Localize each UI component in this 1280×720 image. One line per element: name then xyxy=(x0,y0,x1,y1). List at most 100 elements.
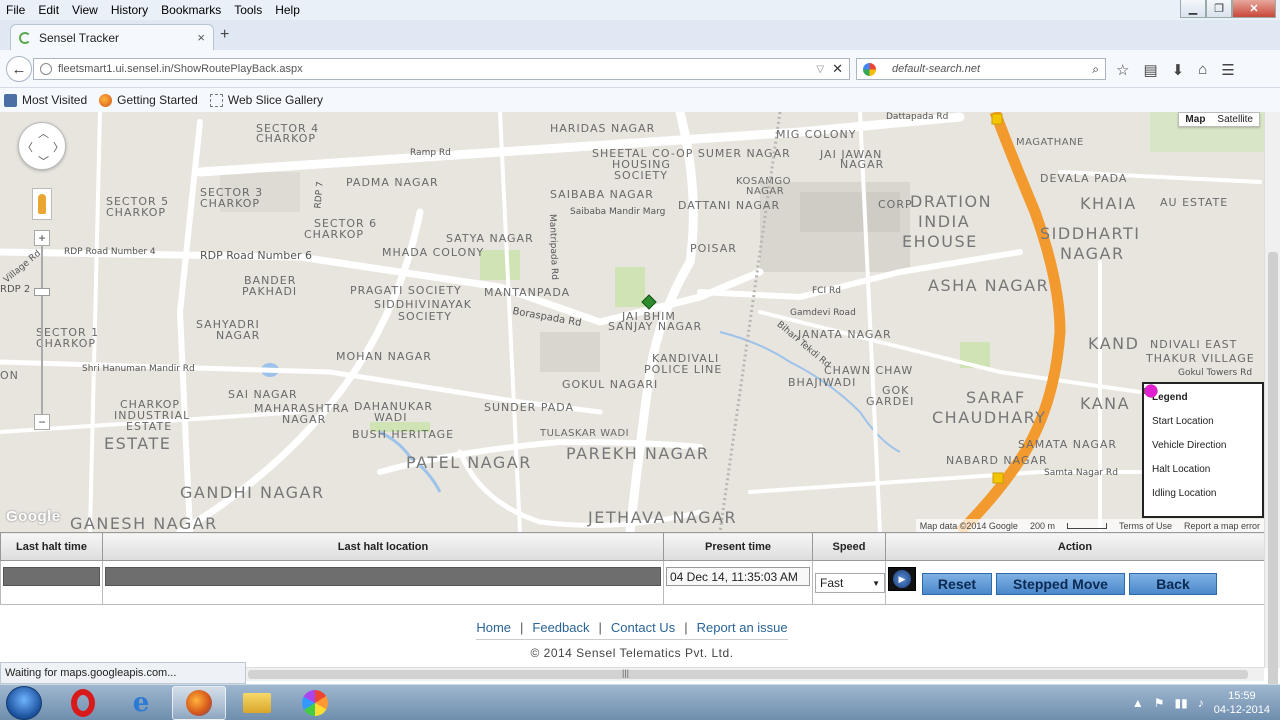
legend-item-start: Start Location xyxy=(1144,384,1254,433)
tray-expand-icon[interactable]: ▲ xyxy=(1132,696,1144,710)
site-identity-icon[interactable] xyxy=(40,63,52,75)
pan-control[interactable]: ︿ ﹀ 〈 〉 xyxy=(18,122,66,170)
map-scale-label: 200 m xyxy=(1029,520,1055,531)
header-action: Action xyxy=(885,532,1265,561)
reading-list-icon[interactable]: ▤ xyxy=(1143,61,1157,79)
report-map-error-link[interactable]: Report a map error xyxy=(1184,521,1260,531)
firefox-icon[interactable] xyxy=(172,686,226,720)
reset-button[interactable]: Reset xyxy=(922,573,992,595)
menu-file[interactable]: File xyxy=(0,3,32,17)
stepped-move-button[interactable]: Stepped Move xyxy=(996,573,1125,595)
google-logo[interactable]: Google xyxy=(6,508,61,525)
menu-view[interactable]: View xyxy=(66,3,105,17)
zoom-slider[interactable]: + − xyxy=(34,230,50,430)
search-input[interactable]: default-search.net xyxy=(880,63,1092,75)
new-tab-button[interactable]: + xyxy=(220,26,229,44)
map-label: NAGAR xyxy=(216,329,261,342)
close-window-button[interactable]: ✕ xyxy=(1232,0,1276,18)
star-icon[interactable]: ☆ xyxy=(1116,61,1129,79)
footer-links: Home | Feedback | Contact Us | Report an… xyxy=(476,612,788,640)
copyright-text: © 2014 Sensel Telematics Pvt. Ltd. xyxy=(530,646,734,660)
back-button-action[interactable]: Back xyxy=(1129,573,1217,595)
search-icon[interactable]: ⌕ xyxy=(1092,62,1099,77)
url-text[interactable]: fleetsmart1.ui.sensel.in/ShowRoutePlayBa… xyxy=(58,63,816,75)
menu-history[interactable]: History xyxy=(105,3,155,17)
url-dropdown-icon[interactable]: ▽ xyxy=(816,64,824,75)
map-label: CHARKOP xyxy=(304,228,365,241)
bookmarks-bar: Most Visited Getting Started Web Slice G… xyxy=(0,88,1280,112)
zoom-out-button[interactable]: − xyxy=(34,414,50,430)
menu-bookmarks[interactable]: Bookmarks xyxy=(155,3,228,17)
opera-icon[interactable] xyxy=(56,686,110,720)
action-center-icon[interactable]: ⚑ xyxy=(1154,696,1165,710)
stop-loading-icon[interactable]: ✕ xyxy=(832,61,843,77)
street-view-pegman-icon[interactable] xyxy=(32,188,52,220)
zoom-thumb[interactable] xyxy=(34,288,50,296)
bookmark-getting-started[interactable]: Getting Started xyxy=(99,93,198,107)
tab-close-icon[interactable]: × xyxy=(197,30,205,45)
menu-help[interactable]: Help xyxy=(269,3,307,17)
map-label: KANA xyxy=(1080,394,1131,413)
map-label: TULASKAR WADI xyxy=(540,428,630,439)
footer-link-report-issue[interactable]: Report an issue xyxy=(697,620,788,635)
map-label: NAGAR xyxy=(840,158,885,171)
firefox-icon xyxy=(99,93,113,107)
map-label: GANESH NAGAR xyxy=(70,514,218,532)
bookmark-web-slice-gallery[interactable]: Web Slice Gallery xyxy=(209,93,323,107)
footer-link-home[interactable]: Home xyxy=(476,620,511,635)
legend-label: Vehicle Direction xyxy=(1152,439,1227,451)
minimize-button[interactable]: ▁ xyxy=(1180,0,1206,18)
explorer-folder-icon[interactable] xyxy=(230,686,284,720)
footer-link-contact[interactable]: Contact Us xyxy=(611,620,675,635)
bookmark-label: Getting Started xyxy=(117,93,198,107)
search-engine-icon[interactable] xyxy=(863,62,876,76)
zoom-track[interactable] xyxy=(41,246,43,414)
menu-edit[interactable]: Edit xyxy=(32,3,66,17)
map-label: Samta Nagar Rd xyxy=(1044,468,1118,478)
map-type-satellite-button[interactable]: Satellite xyxy=(1211,113,1259,126)
map-label: JETHAVA NAGAR xyxy=(588,508,738,527)
menu-tools[interactable]: Tools xyxy=(228,3,269,17)
vertical-scrollbar[interactable] xyxy=(1264,112,1280,720)
url-bar[interactable]: fleetsmart1.ui.sensel.in/ShowRoutePlayBa… xyxy=(33,58,850,80)
maximize-button[interactable]: ❐ xyxy=(1206,0,1232,18)
play-button[interactable]: ▶ xyxy=(888,567,916,591)
download-icon[interactable]: ⬇ xyxy=(1172,61,1185,79)
clock[interactable]: 15:59 04-12-2014 xyxy=(1214,689,1270,717)
network-icon[interactable]: ▮▮ xyxy=(1175,696,1188,710)
home-icon[interactable]: ⌂ xyxy=(1198,61,1207,79)
vertical-scroll-thumb[interactable] xyxy=(1268,252,1278,720)
menu-bar: File Edit View History Bookmarks Tools H… xyxy=(0,0,1280,20)
pinwheel-app-icon[interactable] xyxy=(288,686,342,720)
start-button[interactable] xyxy=(6,686,42,720)
page-footer: Home | Feedback | Contact Us | Report an… xyxy=(0,612,1264,660)
route-map[interactable]: HARIDAS NAGAR SECTOR 4 CHARKOP Ramp Rd S… xyxy=(0,112,1264,532)
map-legend: Legend Start Location Vehicle Direction … xyxy=(1142,382,1264,518)
terms-of-use-link[interactable]: Terms of Use xyxy=(1119,521,1172,531)
pan-up-icon[interactable]: ︿ xyxy=(38,125,49,141)
present-time-field: 04 Dec 14, 11:35:03 AM xyxy=(666,567,810,586)
header-present-time: Present time xyxy=(663,532,813,561)
horizontal-scrollbar[interactable]: ||| xyxy=(246,667,1264,681)
bookmark-most-visited[interactable]: Most Visited xyxy=(4,93,87,107)
footer-separator: | xyxy=(598,620,602,635)
menu-icon[interactable]: ☰ xyxy=(1221,61,1234,79)
speed-value: Fast xyxy=(820,576,844,590)
map-label: NDIVALI EAST xyxy=(1150,338,1238,351)
back-button[interactable]: ← xyxy=(6,56,32,82)
internet-explorer-icon[interactable]: e xyxy=(114,686,168,720)
zoom-in-button[interactable]: + xyxy=(34,230,50,246)
tab-title: Sensel Tracker xyxy=(39,30,120,45)
pan-right-icon[interactable]: 〉 xyxy=(53,139,64,155)
system-tray: ▲ ⚑ ▮▮ ♪ 15:59 04-12-2014 xyxy=(1132,689,1270,717)
horizontal-scroll-thumb[interactable] xyxy=(248,670,1248,679)
pan-left-icon[interactable]: 〈 xyxy=(22,139,33,155)
volume-icon[interactable]: ♪ xyxy=(1198,696,1204,710)
footer-link-feedback[interactable]: Feedback xyxy=(532,620,589,635)
map-scale-bar xyxy=(1066,522,1107,529)
pan-down-icon[interactable]: ﹀ xyxy=(38,153,49,169)
map-type-map-button[interactable]: Map xyxy=(1179,113,1211,126)
tab-sensel-tracker[interactable]: Sensel Tracker × xyxy=(10,24,214,50)
speed-select[interactable]: Fast ▼ xyxy=(815,573,885,593)
search-bar[interactable]: default-search.net ⌕ xyxy=(856,58,1106,80)
